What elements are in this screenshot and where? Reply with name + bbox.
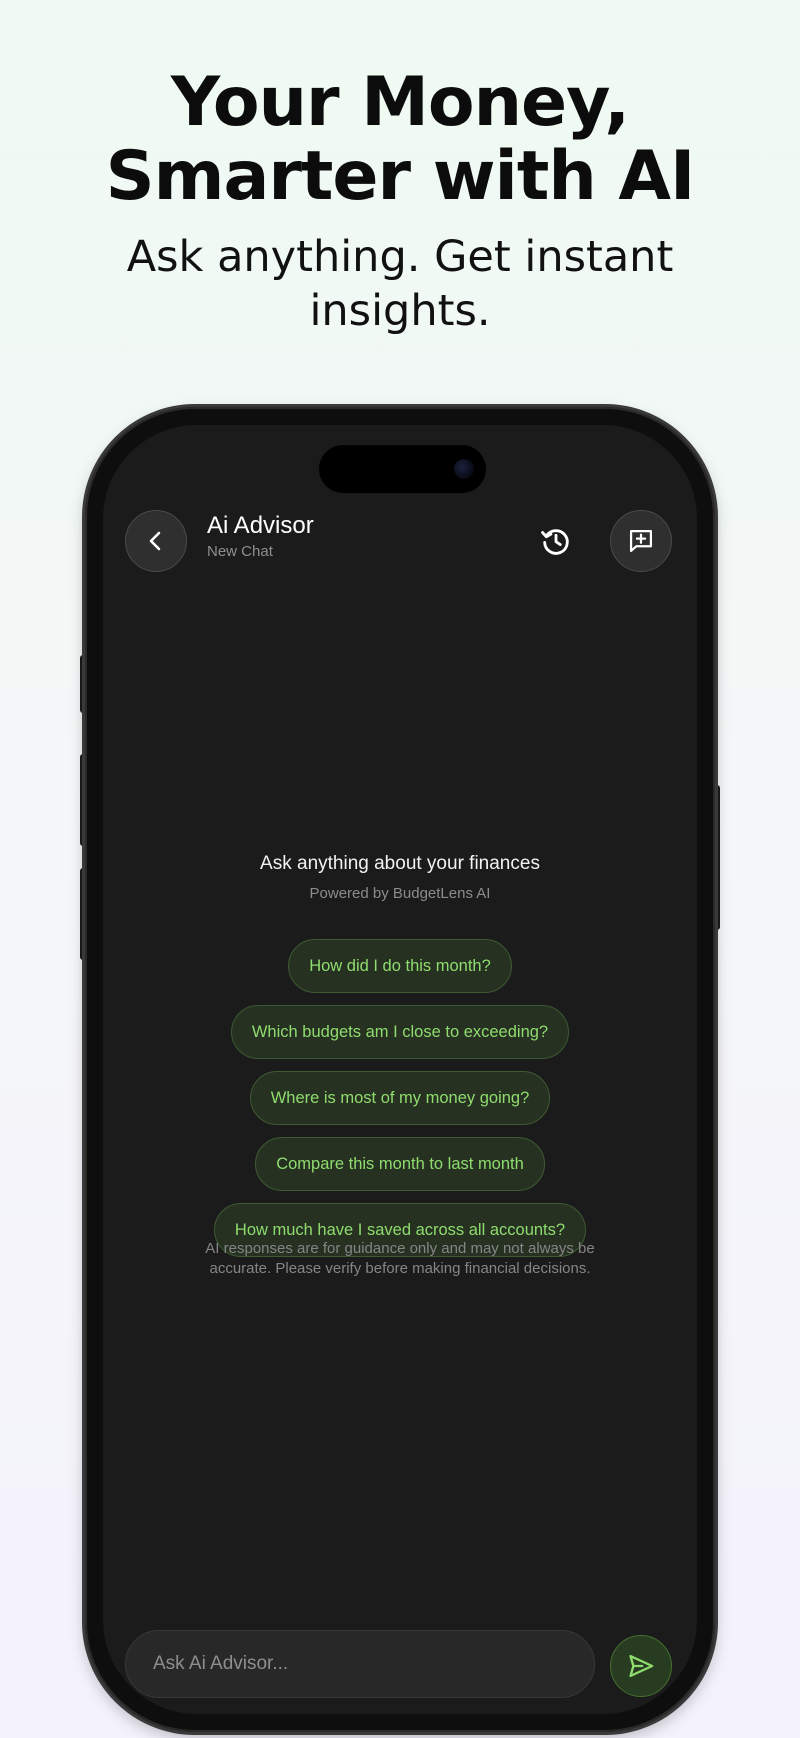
hero-subtitle-line-2: insights. [309,286,491,336]
hero-subtitle-line-1: Ask anything. Get instant [126,232,674,282]
send-button[interactable] [610,1635,672,1697]
back-button[interactable] [125,510,187,572]
empty-state-title: Ask anything about your finances [260,853,540,874]
history-icon [541,529,569,555]
suggestion-chip[interactable]: How did I do this month? [288,939,512,993]
message-input[interactable] [153,1631,573,1696]
phone-screen: Ai Advisor New Chat Ask anything about y… [103,425,697,1714]
chat-header: Ai Advisor New Chat [207,511,314,563]
new-chat-button[interactable] [610,510,672,572]
chevron-left-icon [149,531,161,551]
hero-title-line-1: Your Money, [170,63,630,142]
hero-title: Your Money, Smarter with AI [0,66,800,214]
suggestion-chip[interactable]: Compare this month to last month [255,1137,545,1191]
add-chat-icon [629,529,653,553]
suggestion-chip[interactable]: Where is most of my money going? [249,1071,551,1125]
empty-state-subtitle: Powered by BudgetLens AI [309,885,491,902]
phone-frame: Ai Advisor New Chat Ask anything about y… [85,407,715,1732]
suggestion-list: How did I do this month? Which budgets a… [103,939,697,1257]
dynamic-island [319,445,486,493]
history-button[interactable] [535,520,577,562]
hero-title-line-2: Smarter with AI [105,137,696,216]
ai-disclaimer: AI responses are for guidance only and m… [205,1240,595,1277]
suggestion-chip[interactable]: Which budgets am I close to exceeding? [230,1005,570,1059]
send-icon [629,1654,654,1678]
hero-subtitle: Ask anything. Get instant insights. [0,230,800,338]
message-composer [125,1630,595,1698]
header-title: Ai Advisor [207,512,314,539]
camera-lens [454,459,474,479]
header-subtitle: New Chat [207,543,273,560]
